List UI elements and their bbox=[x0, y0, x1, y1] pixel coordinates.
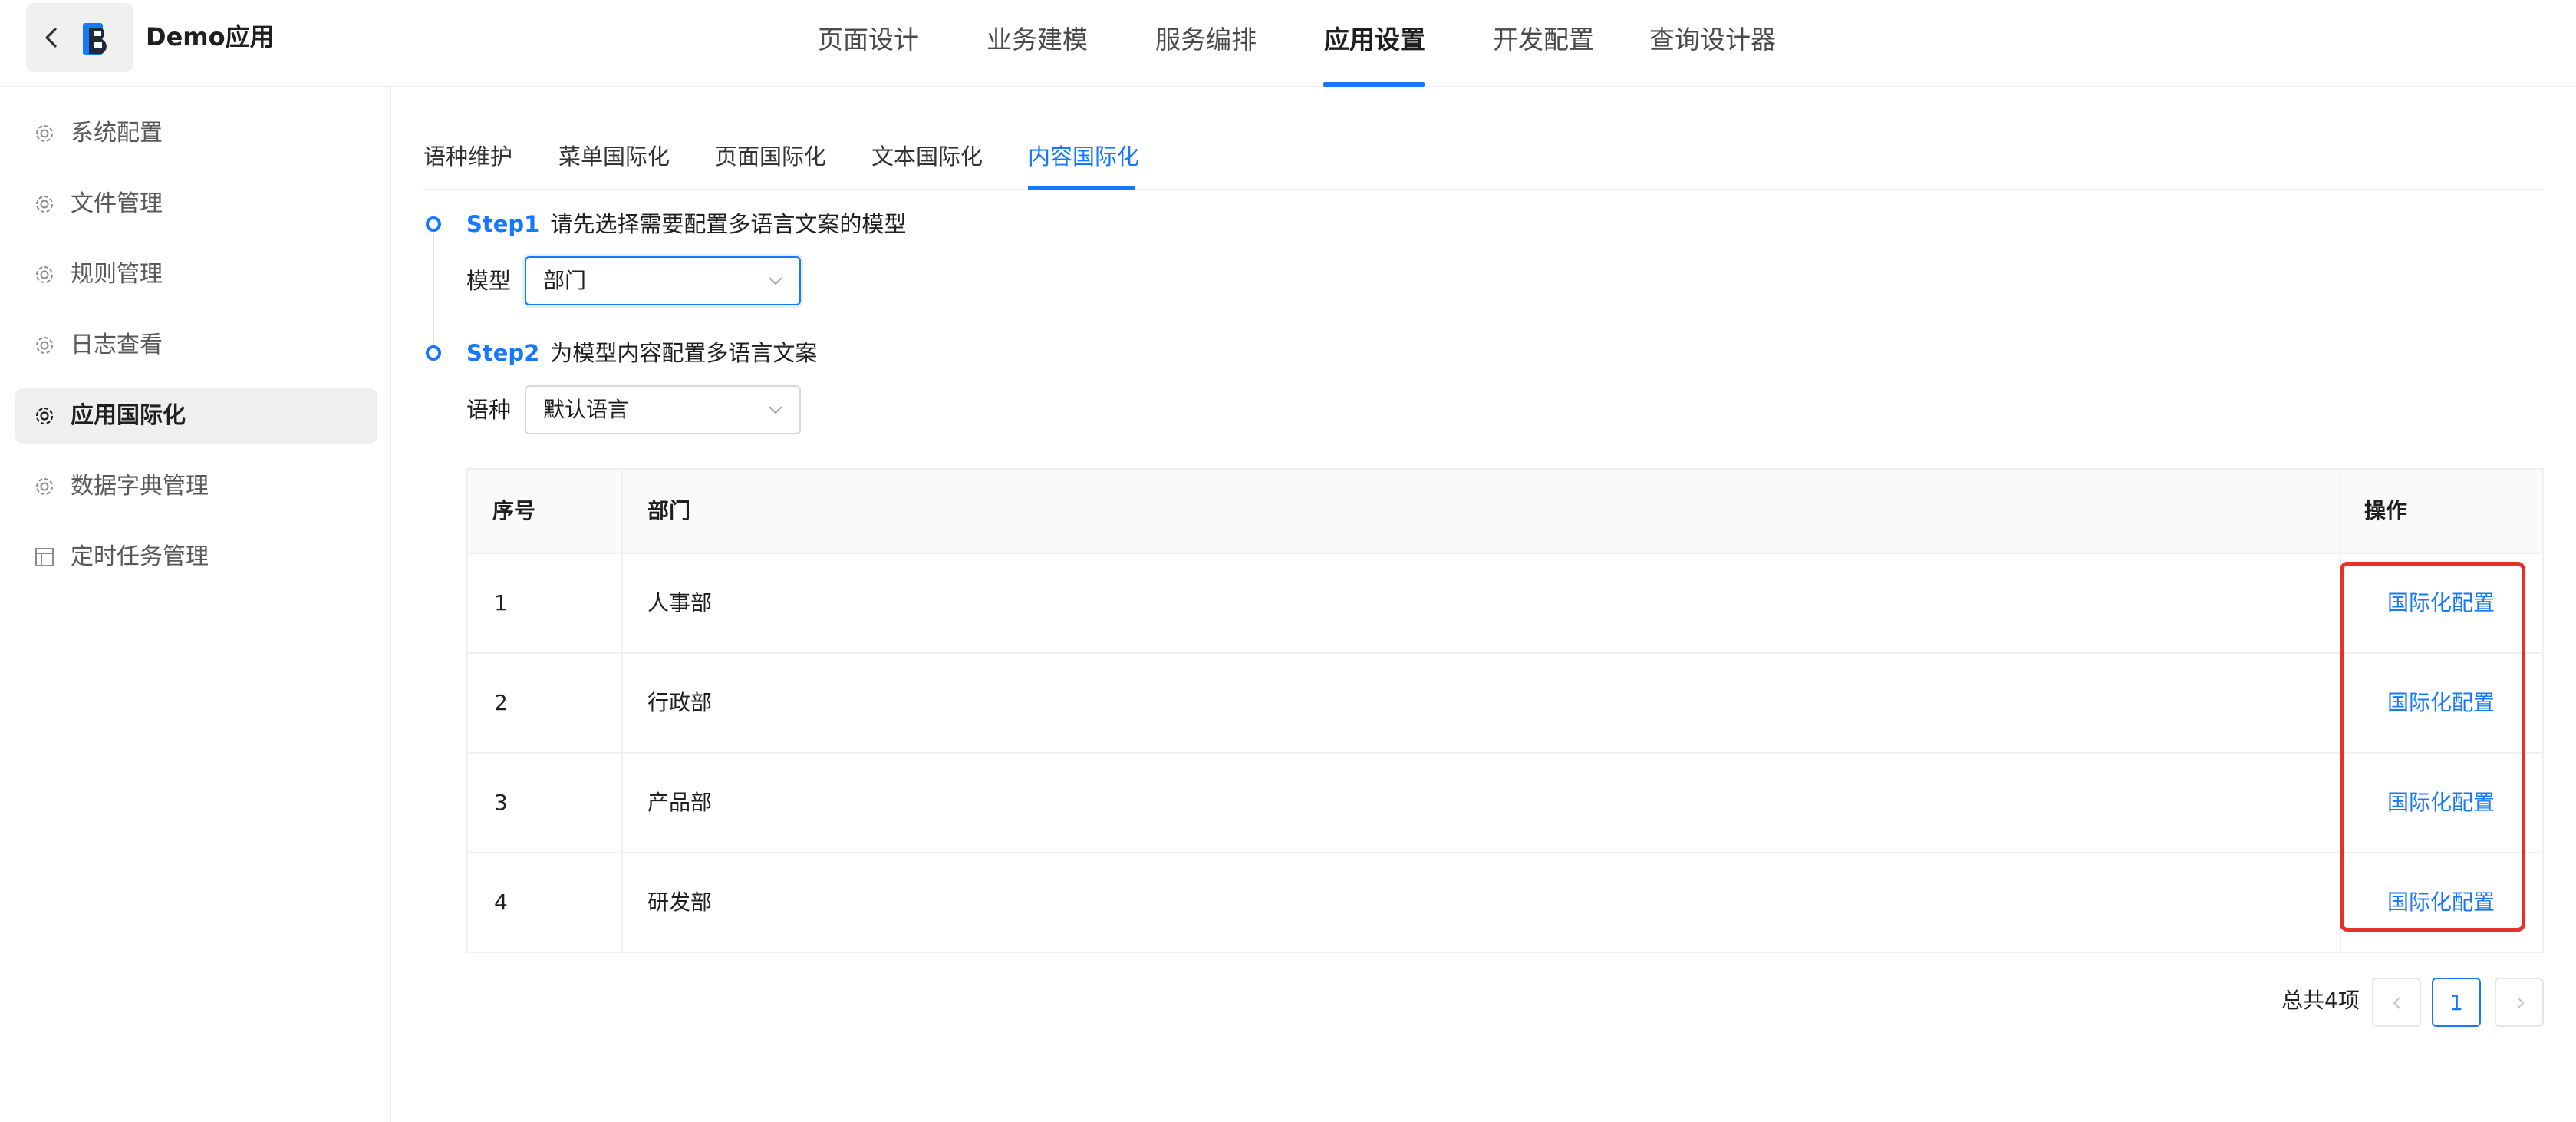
table-row: 2 行政部 国际化配置 bbox=[468, 654, 2542, 754]
i18n-config-link[interactable]: 国际化配置 bbox=[2387, 886, 2495, 919]
sidebar-item-label: 日志查看 bbox=[71, 332, 163, 358]
nav-tab-app-settings[interactable]: 应用设置 bbox=[1324, 21, 1425, 58]
step1-description: 请先选择需要配置多语言文案的模型 bbox=[550, 211, 907, 237]
step2-dot bbox=[426, 345, 441, 361]
layout-icon bbox=[35, 548, 54, 566]
nav-active-indicator bbox=[1323, 82, 1425, 87]
i18n-config-link[interactable]: 国际化配置 bbox=[2387, 786, 2495, 820]
sidebar-item-rule-management[interactable]: 规则管理 bbox=[15, 247, 377, 302]
sidebar-item-label: 数据字典管理 bbox=[71, 473, 209, 500]
table-row: 1 人事部 国际化配置 bbox=[468, 554, 2542, 654]
next-page-button[interactable] bbox=[2495, 978, 2544, 1027]
content-table: 序号 部门 操作 1 人事部 国际化配置 2 行政部 国际化配置 3 产品部 国… bbox=[466, 468, 2544, 953]
language-select-value: 默认语言 bbox=[543, 397, 630, 422]
row-index: 2 bbox=[494, 690, 508, 715]
tab-active-indicator bbox=[1028, 186, 1135, 190]
model-select[interactable]: 部门 bbox=[525, 256, 801, 305]
step1-title: Step1 请先选择需要配置多语言文案的模型 bbox=[466, 207, 906, 241]
gear-icon bbox=[36, 125, 53, 142]
sidebar-item-system-config[interactable]: 系统配置 bbox=[15, 106, 377, 161]
app-logo-icon bbox=[83, 23, 107, 55]
step2-number: Step2 bbox=[466, 340, 540, 366]
gear-icon bbox=[36, 478, 53, 495]
table-header: 序号 部门 操作 bbox=[468, 470, 2542, 554]
gear-icon bbox=[35, 407, 54, 425]
nav-tab-dev-config[interactable]: 开发配置 bbox=[1493, 21, 1594, 58]
tab-text-i18n[interactable]: 文本国际化 bbox=[871, 140, 983, 173]
prev-page-button[interactable] bbox=[2372, 978, 2421, 1027]
tab-menu-i18n[interactable]: 菜单国际化 bbox=[558, 140, 670, 173]
model-label: 模型 bbox=[466, 268, 512, 294]
sidebar-item-label: 规则管理 bbox=[71, 261, 163, 288]
sidebar-item-label: 应用国际化 bbox=[71, 402, 186, 429]
back-arrow-icon[interactable] bbox=[41, 26, 61, 49]
gear-icon bbox=[36, 337, 53, 354]
row-department: 产品部 bbox=[647, 790, 713, 815]
chevron-left-icon bbox=[2393, 997, 2400, 1009]
model-select-value: 部门 bbox=[543, 268, 587, 293]
row-index: 1 bbox=[494, 590, 508, 615]
tab-page-i18n[interactable]: 页面国际化 bbox=[715, 140, 826, 173]
row-department: 人事部 bbox=[647, 590, 713, 615]
sidebar-item-label: 系统配置 bbox=[71, 120, 163, 147]
sidebar-item-scheduled-tasks[interactable]: 定时任务管理 bbox=[15, 530, 377, 585]
steps-connector bbox=[433, 230, 434, 351]
tab-content-i18n[interactable]: 内容国际化 bbox=[1028, 140, 1139, 173]
nav-tab-business-modeling[interactable]: 业务建模 bbox=[987, 21, 1088, 58]
chevron-down-icon bbox=[769, 277, 782, 285]
step1-number: Step1 bbox=[466, 211, 540, 237]
column-header-department: 部门 bbox=[647, 498, 691, 523]
sidebar: 系统配置 文件管理 规则管理 日志查看 应用国际化 数据字典管理 定时任务管理 bbox=[0, 87, 391, 1122]
row-index: 3 bbox=[494, 790, 508, 815]
column-header-index: 序号 bbox=[492, 498, 536, 523]
page-button-current[interactable]: 1 bbox=[2432, 978, 2481, 1027]
table-row: 4 研发部 国际化配置 bbox=[468, 853, 2542, 953]
sidebar-item-log-view[interactable]: 日志查看 bbox=[15, 318, 377, 373]
row-department: 研发部 bbox=[647, 889, 713, 915]
chevron-down-icon bbox=[769, 406, 782, 414]
step2-title: Step2 为模型内容配置多语言文案 bbox=[466, 336, 817, 370]
i18n-config-link[interactable]: 国际化配置 bbox=[2387, 586, 2495, 620]
brand-area bbox=[26, 3, 133, 72]
sidebar-item-label: 文件管理 bbox=[71, 190, 163, 217]
language-select[interactable]: 默认语言 bbox=[525, 385, 801, 434]
sidebar-item-data-dictionary[interactable]: 数据字典管理 bbox=[15, 459, 377, 514]
i18n-config-link[interactable]: 国际化配置 bbox=[2387, 686, 2495, 720]
nav-tab-page-design[interactable]: 页面设计 bbox=[818, 21, 919, 58]
sidebar-item-label: 定时任务管理 bbox=[71, 543, 209, 570]
i18n-tabs: 语种维护 菜单国际化 页面国际化 文本国际化 内容国际化 bbox=[423, 130, 2544, 190]
pagination-total: 总共4项 bbox=[2281, 988, 2360, 1013]
column-header-action: 操作 bbox=[2364, 498, 2408, 523]
row-department: 行政部 bbox=[647, 690, 713, 715]
gear-icon bbox=[36, 196, 53, 213]
nav-tab-query-designer[interactable]: 查询设计器 bbox=[1649, 21, 1776, 58]
sidebar-item-app-i18n[interactable]: 应用国际化 bbox=[15, 388, 377, 444]
step1-dot bbox=[426, 216, 441, 232]
chevron-right-icon bbox=[2517, 997, 2525, 1009]
top-header: Demo应用 页面设计 业务建模 服务编排 应用设置 开发配置 查询设计器 bbox=[0, 0, 2576, 87]
page-number: 1 bbox=[2449, 990, 2463, 1015]
tab-language-maintenance[interactable]: 语种维护 bbox=[423, 140, 512, 173]
table-row: 3 产品部 国际化配置 bbox=[468, 754, 2542, 853]
sidebar-item-file-management[interactable]: 文件管理 bbox=[15, 177, 377, 232]
nav-tab-service-orchestration[interactable]: 服务编排 bbox=[1155, 21, 1257, 58]
step2-description: 为模型内容配置多语言文案 bbox=[550, 340, 818, 366]
language-label: 语种 bbox=[466, 397, 512, 423]
row-index: 4 bbox=[494, 889, 508, 915]
app-name: Demo应用 bbox=[146, 22, 275, 51]
gear-icon bbox=[36, 266, 53, 283]
